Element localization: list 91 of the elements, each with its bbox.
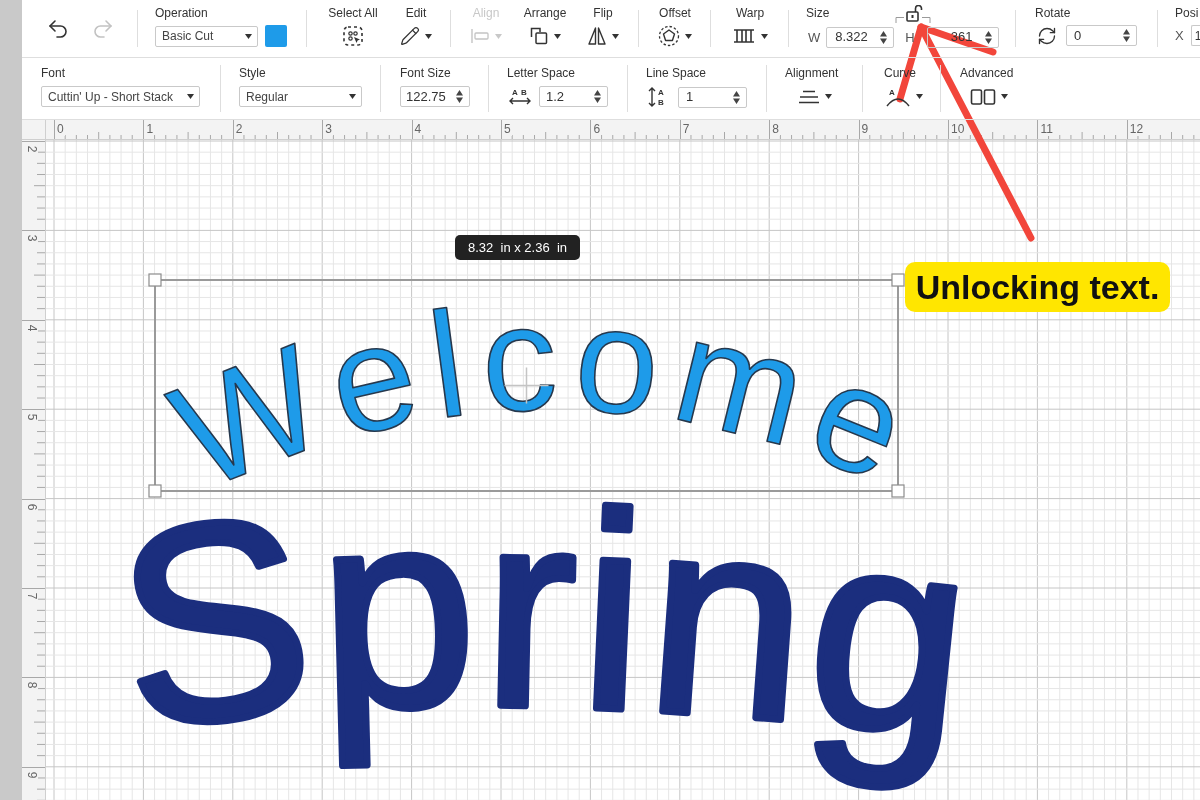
caret-icon: [554, 33, 561, 39]
advanced-menu-button[interactable]: [970, 86, 1008, 107]
stepper-button[interactable]: [1123, 29, 1130, 42]
ruler-number: 2: [26, 143, 38, 155]
resize-handle[interactable]: [891, 273, 905, 287]
caret-icon: [245, 33, 252, 39]
dropdown[interactable]: Regular: [239, 86, 362, 107]
toolbar-label: Operation: [155, 5, 208, 21]
toolbar-label: Advanced: [960, 65, 1014, 81]
ruler-number: 11: [1039, 122, 1054, 136]
caret-icon: [1001, 94, 1008, 99]
curve-menu-button[interactable]: A: [885, 86, 923, 107]
toolbar-label: Letter Space: [507, 65, 576, 81]
color-swatch-icon[interactable]: [265, 25, 287, 47]
toolbar-label: Alignment: [785, 65, 839, 81]
ruler-number: 8: [771, 122, 780, 136]
ruler-number: 4: [413, 122, 423, 136]
stepper-button[interactable]: [594, 90, 601, 103]
offset-menu-button[interactable]: [658, 25, 692, 47]
offset-icon: [658, 25, 680, 47]
ruler-number: 10: [950, 122, 966, 136]
caret-icon: [187, 94, 194, 99]
ruler-number: 12: [1128, 122, 1145, 136]
field-label: W: [808, 30, 821, 45]
toolbar-label: Font Size: [400, 65, 451, 81]
stepper-button[interactable]: [733, 90, 740, 104]
caret-icon: [349, 94, 356, 99]
caret-icon: [825, 94, 832, 99]
ruler-number: 3: [324, 122, 333, 136]
caret-icon: [495, 33, 502, 39]
caret-icon: [425, 33, 432, 39]
ruler-number: 5: [503, 122, 512, 136]
toolbar-label: Offset: [659, 5, 691, 21]
ruler-number: 3: [26, 232, 38, 245]
field-label: X: [1175, 27, 1184, 44]
ruler-number: 9: [860, 122, 870, 136]
stepper-button[interactable]: [456, 90, 463, 103]
number-field[interactable]: 1.2: [539, 86, 608, 107]
text-align-icon: [798, 88, 820, 105]
curved-text: Welcome: [152, 298, 900, 484]
rotate-icon[interactable]: [1037, 25, 1057, 46]
toolbar-label: Font: [41, 65, 65, 81]
ruler-number: 5: [26, 411, 38, 424]
number-field[interactable]: 0: [1066, 25, 1137, 46]
toolbar-label: Edit: [405, 5, 427, 21]
warp-icon: [732, 27, 756, 45]
caret-icon: [685, 33, 692, 39]
flip-menu-button[interactable]: [587, 25, 619, 47]
edit-menu-button[interactable]: [400, 25, 432, 47]
number-field[interactable]: 8.322: [826, 26, 895, 48]
toolbar-label: Size: [806, 5, 830, 21]
resize-handle[interactable]: [891, 484, 905, 498]
size-tooltip: 8.32 in x 2.36 in: [455, 235, 580, 260]
ruler-number: 0: [56, 122, 65, 136]
pencil-icon: [400, 26, 420, 46]
two-boxes-icon: [970, 87, 996, 106]
field-label: H: [905, 30, 915, 45]
number-field[interactable]: 122.75: [400, 86, 470, 107]
lock-icon[interactable]: [895, 5, 931, 23]
ruler-number: 2: [234, 122, 244, 136]
align-icon: [470, 28, 490, 44]
arrange-menu-button[interactable]: [529, 25, 561, 47]
toolbar-label: Line Space: [646, 65, 707, 81]
select-all-icon[interactable]: [342, 25, 364, 47]
stepper-button[interactable]: [984, 30, 992, 44]
toolbar-label: Arrange: [523, 5, 567, 21]
caret-icon: [916, 94, 923, 99]
toolbar-label: Warp: [735, 5, 765, 21]
ruler-number: 7: [26, 590, 38, 602]
stepper-button[interactable]: [880, 30, 888, 44]
ruler-number: 7: [681, 122, 691, 136]
toolbar-label: Rotate: [1035, 5, 1071, 21]
resize-handle[interactable]: [148, 273, 162, 287]
toolbar-label: Style: [239, 65, 266, 81]
ruler-number: 1: [145, 122, 155, 136]
arrange-icon: [529, 26, 549, 46]
ruler-number: 8: [26, 679, 38, 692]
toolbar-label: Posi: [1175, 5, 1199, 21]
dropdown[interactable]: Basic Cut: [155, 25, 258, 47]
caret-icon: [761, 33, 768, 39]
caret-icon: [612, 33, 619, 39]
curved-text: Spring: [125, 498, 968, 798]
toolbar-label: Flip: [593, 5, 613, 21]
ruler-number: 6: [592, 122, 602, 136]
toolbar-label: Select All: [328, 5, 378, 21]
annotation-callout: Unlocking text.: [905, 262, 1170, 312]
dropdown[interactable]: Cuttin' Up - Short Stack: [41, 86, 200, 107]
number-field[interactable]: 1: [1190, 25, 1200, 46]
flip-icon: [587, 26, 607, 46]
number-field[interactable]: 1: [678, 86, 747, 108]
resize-handle[interactable]: [148, 484, 162, 498]
